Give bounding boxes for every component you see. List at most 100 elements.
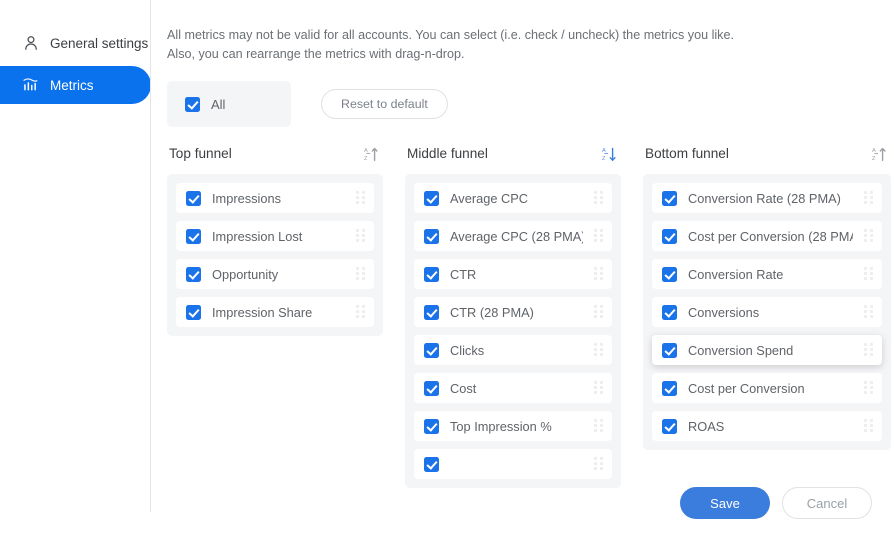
metric-label: Cost per Conversion (28 PMA): [688, 228, 853, 244]
drag-handle-icon[interactable]: [594, 419, 603, 433]
metric-checkbox[interactable]: [424, 190, 439, 206]
column-scroll-clip: Average CPC Average CPC (28 PMA) CTR CTR…: [405, 174, 621, 488]
intro-text: All metrics may not be valid for all acc…: [167, 26, 734, 64]
drag-handle-icon[interactable]: [864, 191, 873, 205]
column-title: Bottom funnel: [645, 146, 729, 161]
metric-checkbox[interactable]: [662, 342, 677, 358]
all-and-reset-row: All Reset to default: [167, 81, 894, 127]
metric-row[interactable]: Average CPC: [414, 183, 612, 213]
metric-checkbox[interactable]: [424, 456, 439, 472]
funnel-columns: Top funnel A Z Impressions Impression Lo…: [167, 141, 894, 488]
metric-row[interactable]: Clicks: [414, 335, 612, 365]
metric-row[interactable]: Cost: [414, 373, 612, 403]
metric-checkbox[interactable]: [186, 190, 201, 206]
drag-handle-icon[interactable]: [594, 381, 603, 395]
metric-checkbox[interactable]: [186, 304, 201, 320]
intro-line-2: Also, you can rearrange the metrics with…: [167, 47, 465, 61]
column-title: Top funnel: [169, 146, 232, 161]
metric-row[interactable]: Cost per Conversion (28 PMA): [652, 221, 882, 251]
metric-checkbox[interactable]: [662, 418, 677, 434]
metric-label: CTR (28 PMA): [450, 304, 534, 320]
drag-handle-icon[interactable]: [594, 343, 603, 357]
drag-handle-icon[interactable]: [864, 229, 873, 243]
drag-handle-icon[interactable]: [864, 419, 873, 433]
drag-handle-icon[interactable]: [356, 305, 365, 319]
drag-handle-icon[interactable]: [356, 267, 365, 281]
metric-label: Conversion Spend: [688, 342, 794, 358]
metric-checkbox[interactable]: [424, 342, 439, 358]
metric-row[interactable]: Impression Lost: [176, 221, 374, 251]
metric-label: ROAS: [688, 418, 725, 434]
select-all-box[interactable]: All: [167, 81, 291, 127]
metric-label: Top Impression %: [450, 418, 552, 434]
metric-row[interactable]: CTR (28 PMA): [414, 297, 612, 327]
metric-row[interactable]: Conversion Rate: [652, 259, 882, 289]
metric-row[interactable]: ROAS: [652, 411, 882, 441]
metric-checkbox[interactable]: [186, 266, 201, 282]
reset-to-default-button[interactable]: Reset to default: [321, 89, 448, 119]
sidebar-item-general-settings[interactable]: General settings: [0, 24, 151, 62]
save-button[interactable]: Save: [680, 487, 770, 519]
metric-label: Conversions: [688, 304, 760, 320]
metric-row[interactable]: Impression Share: [176, 297, 374, 327]
metric-checkbox[interactable]: [662, 380, 677, 396]
chart-bars-icon: [22, 77, 39, 94]
metric-checkbox[interactable]: [424, 266, 439, 282]
metric-label: Conversion Rate (28 PMA): [688, 190, 841, 206]
drag-handle-icon[interactable]: [864, 305, 873, 319]
drag-handle-icon[interactable]: [864, 381, 873, 395]
sidebar-item-metrics[interactable]: Metrics: [0, 66, 151, 104]
column-header: Middle funnel A Z: [405, 141, 621, 166]
metric-row-partially-hidden[interactable]: [414, 449, 612, 479]
metric-checkbox[interactable]: [662, 304, 677, 320]
metric-row[interactable]: Average CPC (28 PMA): [414, 221, 612, 251]
sort-az-descending-icon[interactable]: A Z: [601, 145, 617, 162]
column-header: Bottom funnel A Z: [643, 141, 891, 166]
svg-text:Z: Z: [602, 155, 606, 161]
metric-checkbox[interactable]: [424, 380, 439, 396]
metric-row[interactable]: Opportunity: [176, 259, 374, 289]
metric-label: Cost per Conversion: [688, 380, 805, 396]
drag-handle-icon[interactable]: [594, 267, 603, 281]
metric-row[interactable]: Impressions: [176, 183, 374, 213]
metric-label: Average CPC: [450, 190, 529, 206]
sort-az-ascending-icon[interactable]: A Z: [871, 145, 887, 162]
drag-handle-icon[interactable]: [864, 267, 873, 281]
metric-label: Clicks: [450, 342, 485, 358]
select-all-checkbox[interactable]: [185, 96, 200, 112]
drag-handle-icon[interactable]: [356, 229, 365, 243]
metric-row[interactable]: Conversion Rate (28 PMA): [652, 183, 882, 213]
drag-handle-icon[interactable]: [594, 191, 603, 205]
metric-checkbox[interactable]: [186, 228, 201, 244]
metric-row[interactable]: Cost per Conversion: [652, 373, 882, 403]
metric-checkbox[interactable]: [424, 418, 439, 434]
drag-handle-icon[interactable]: [594, 457, 603, 471]
metric-row-dragging[interactable]: Conversion Spend: [652, 335, 882, 365]
metric-row[interactable]: Top Impression %: [414, 411, 612, 441]
drag-handle-icon[interactable]: [594, 229, 603, 243]
column-items: Average CPC Average CPC (28 PMA) CTR CTR…: [405, 174, 621, 488]
metric-label: CTR: [450, 266, 477, 282]
metric-checkbox[interactable]: [424, 304, 439, 320]
sidebar: General settings Metrics: [0, 0, 151, 543]
metric-checkbox[interactable]: [662, 266, 677, 282]
svg-text:Z: Z: [872, 155, 876, 161]
sidebar-item-label: Metrics: [50, 77, 94, 93]
metric-row[interactable]: CTR: [414, 259, 612, 289]
metric-row[interactable]: Conversions: [652, 297, 882, 327]
person-icon: [22, 35, 39, 52]
column-title: Middle funnel: [407, 146, 488, 161]
svg-text:Z: Z: [364, 155, 368, 161]
drag-handle-icon[interactable]: [356, 191, 365, 205]
column-header: Top funnel A Z: [167, 141, 383, 166]
metric-label: Average CPC (28 PMA): [450, 228, 583, 244]
column-items: Impressions Impression Lost Opportunity: [167, 174, 383, 336]
metric-checkbox[interactable]: [424, 228, 439, 244]
metric-checkbox[interactable]: [662, 190, 677, 206]
sort-az-ascending-icon[interactable]: A Z: [363, 145, 379, 162]
metric-label: Impression Lost: [212, 228, 303, 244]
drag-handle-icon[interactable]: [594, 305, 603, 319]
metric-checkbox[interactable]: [662, 228, 677, 244]
drag-handle-icon[interactable]: [864, 343, 873, 357]
cancel-button[interactable]: Cancel: [782, 487, 872, 519]
